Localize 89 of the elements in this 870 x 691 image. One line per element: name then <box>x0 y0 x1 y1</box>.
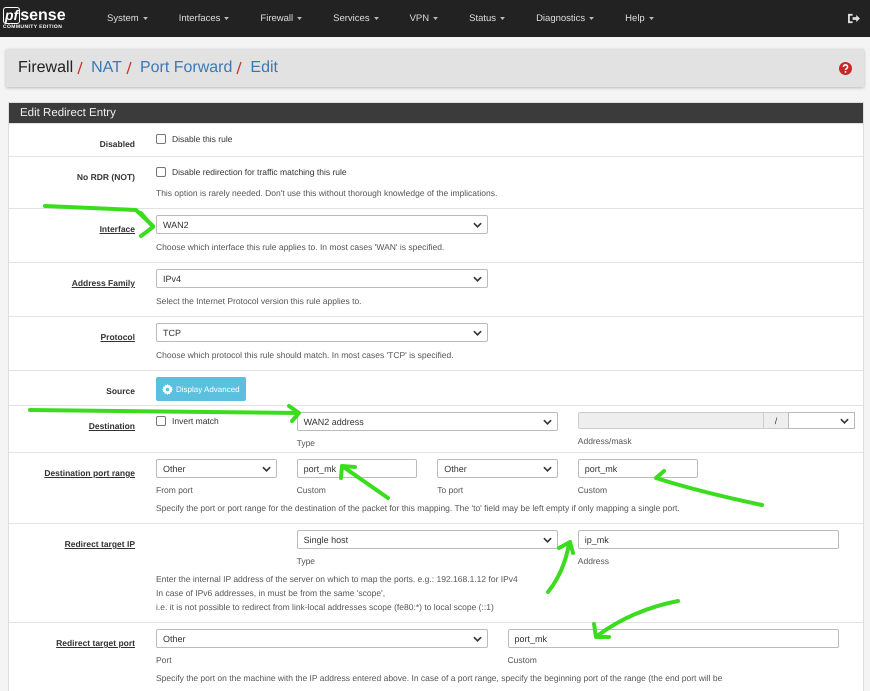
dropdown[interactable]: WAN2 <box>156 215 488 234</box>
breadcrumb-item[interactable]: NAT <box>91 59 122 77</box>
help-text: Specify the port on the machine with the IP address entered above. In case of a port range, specify the beginning port of the range (the end port will be <box>156 673 724 683</box>
dropdown[interactable]: TCP <box>156 323 488 342</box>
checkbox[interactable] <box>156 166 166 176</box>
breadcrumb-separator-icon <box>77 61 84 75</box>
logo-word: sense <box>20 8 66 24</box>
help-text: In case of IPv6 addresses, in must be from the same 'scope', <box>156 588 386 598</box>
text-input[interactable]: port_mk <box>508 629 839 648</box>
logout-icon[interactable] <box>847 13 860 24</box>
annotation-arrow <box>546 540 575 594</box>
field-caption: Address <box>578 556 610 566</box>
chevron-icon <box>542 536 552 542</box>
help-text: This option is rarely needed. Don't use this without thorough knowledge of the implications. <box>156 188 498 198</box>
chevron-icon <box>840 418 849 424</box>
field-label: Source <box>106 386 135 396</box>
field-caption: Custom <box>578 485 608 495</box>
field-label: Address Family <box>72 278 135 288</box>
nav-menu-item[interactable]: Interfaces <box>178 13 230 24</box>
caret-icon <box>297 17 302 20</box>
address-input[interactable] <box>578 412 764 429</box>
field-label: Redirect target port <box>56 638 135 648</box>
caret-icon <box>142 17 148 20</box>
checkbox[interactable] <box>156 416 166 426</box>
dropdown[interactable]: IPv4 <box>156 269 488 288</box>
caret-icon <box>433 17 438 20</box>
help-text: Select the Internet Protocol version this rule applies to. <box>156 296 363 306</box>
chevron-icon <box>262 466 271 472</box>
caret-icon <box>374 17 379 20</box>
field-caption: To port <box>437 485 464 495</box>
mask-separator: / <box>774 416 778 426</box>
field-caption: Address/mask <box>578 436 633 446</box>
checkbox-label[interactable]: Disable redirection for traffic matching this rule <box>172 166 347 176</box>
field-label: Disabled <box>100 139 135 149</box>
caret-icon <box>224 17 230 20</box>
chevron-icon <box>542 466 552 472</box>
field-label: Redirect target IP <box>64 539 135 549</box>
nav-menu-item[interactable]: Services <box>333 13 379 24</box>
nav-menu-item[interactable]: Help <box>625 13 654 24</box>
field-caption: Type <box>296 438 316 448</box>
dropdown[interactable]: Single host <box>296 530 558 549</box>
field-caption: From port <box>156 485 194 495</box>
chevron-icon <box>472 636 482 642</box>
field-caption: Custom <box>296 485 327 495</box>
logo-mark: pf <box>3 7 20 24</box>
field-label: Protocol <box>100 332 135 342</box>
caret-icon <box>500 17 506 20</box>
gear-icon <box>162 384 173 394</box>
field-label: Destination <box>88 421 135 431</box>
annotation-arrow <box>339 464 390 500</box>
nav-menu-item[interactable]: Diagnostics <box>536 13 594 24</box>
help-text: Choose which protocol this rule should match. In most cases 'TCP' is specified. <box>156 350 455 360</box>
field-label: Interface <box>100 224 135 234</box>
dropdown[interactable]: Other <box>156 459 277 478</box>
breadcrumb-separator-icon <box>126 61 132 75</box>
breadcrumb-separator-icon <box>236 61 242 75</box>
dropdown[interactable]: Other <box>437 459 558 478</box>
field-label: Destination port range <box>44 468 135 478</box>
chevron-icon <box>472 330 482 336</box>
field-caption: Port <box>156 655 173 665</box>
checkbox-label[interactable]: Invert match <box>172 416 219 426</box>
help-text: Choose which interface this rule applies to. In most cases 'WAN' is specified. <box>156 242 446 252</box>
nav-menu-item[interactable]: Status <box>469 13 506 24</box>
field-caption: Custom <box>508 655 538 665</box>
help-text: i.e. it is not possible to redirect from link-local addresses scope (fe80:*) to local scope (::1) <box>156 602 495 612</box>
text-input[interactable]: port_mk <box>296 459 418 478</box>
nav-menu-item[interactable]: VPN <box>410 13 438 24</box>
breadcrumb-item: Firewall <box>18 59 74 77</box>
breadcrumb-item[interactable]: Edit <box>250 59 278 77</box>
checkbox-label[interactable]: Disable this rule <box>172 134 232 144</box>
nav-menu-item[interactable]: System <box>107 13 148 24</box>
field-caption: Type <box>296 556 316 566</box>
chevron-icon <box>472 276 482 282</box>
help-text: Specify the port or port range for the destination of the packet for this mapping. The 'to' field may be left empty if only mapping a single port. <box>156 503 681 513</box>
help-icon[interactable] <box>839 62 852 74</box>
nav-menu-item[interactable]: Firewall <box>260 13 302 24</box>
text-input[interactable]: ip_mk <box>578 530 839 549</box>
dropdown[interactable]: Other <box>156 629 488 648</box>
caret-icon <box>589 17 594 20</box>
field-label: No RDR (NOT) <box>76 172 135 182</box>
panel-title: Edit Redirect Entry <box>20 107 116 119</box>
chevron-icon <box>472 222 482 228</box>
dropdown[interactable]: WAN2 address <box>296 412 558 431</box>
breadcrumb-item[interactable]: Port Forward <box>140 59 232 77</box>
text-input[interactable]: port_mk <box>578 459 698 478</box>
caret-icon <box>648 17 654 20</box>
checkbox[interactable] <box>156 134 166 144</box>
chevron-icon <box>542 418 552 424</box>
help-text: Enter the internal IP address of the server on which to map the ports. e.g.: 192.168.1.12 for IPv4 <box>156 574 519 584</box>
